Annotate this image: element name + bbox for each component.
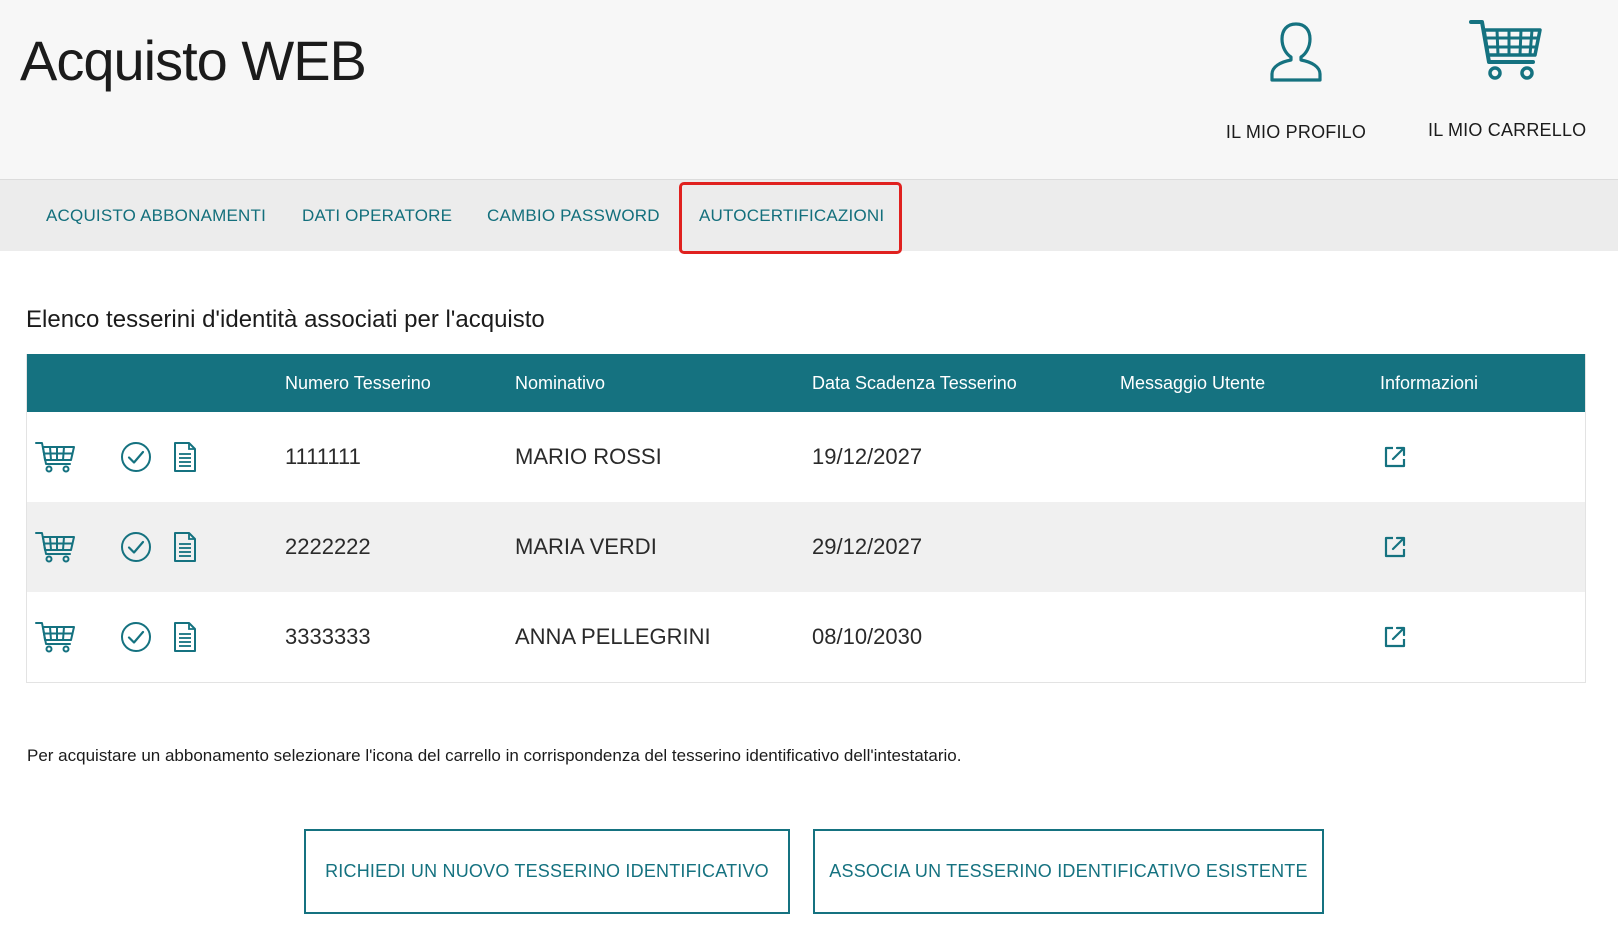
user-icon [1270,22,1322,82]
my-cart-label: IL MIO CARRELLO [1428,120,1587,140]
table-row: 2222222 MARIA VERDI 29/12/2027 [27,502,1585,592]
app-title: Acquisto WEB [20,29,367,92]
cell-scadenza: 29/12/2027 [812,534,923,559]
column-header-messaggio: Messaggio Utente [1120,373,1266,393]
column-header-scadenza: Data Scadenza Tesserino [812,373,1017,393]
table-row: 1111111 MARIO ROSSI 19/12/2027 [27,412,1585,502]
cell-numero: 2222222 [285,534,371,559]
request-new-card-button[interactable]: RICHIEDI UN NUOVO TESSERINO IDENTIFICATI… [304,829,790,914]
table-row: 3333333 ANNA PELLEGRINI 08/10/2030 [27,592,1585,682]
column-header-numero: Numero Tesserino [285,373,431,393]
document-icon[interactable] [173,502,197,592]
cell-nominativo: MARIA VERDI [515,534,657,559]
cell-numero: 1111111 [285,444,361,469]
nav-item-dati-operatore[interactable]: DATI OPERATORE [302,180,452,252]
associate-existing-card-button[interactable]: ASSOCIA UN TESSERINO IDENTIFICATIVO ESIS… [813,829,1324,914]
buy-cart-icon[interactable] [35,412,75,502]
document-icon[interactable] [173,412,197,502]
cell-nominativo: ANNA PELLEGRINI [515,624,711,649]
buy-cart-icon[interactable] [35,502,75,592]
shopping-cart-icon [1469,20,1542,80]
header: Acquisto WEB IL MIO PROFILO IL MIO CARRE… [0,0,1618,179]
cell-scadenza: 08/10/2030 [812,624,923,649]
buy-cart-icon[interactable] [35,592,75,682]
cell-numero: 3333333 [285,624,371,649]
my-cart-button[interactable]: IL MIO CARRELLO [1428,18,1587,141]
external-link-icon[interactable] [1383,592,1407,682]
page: Acquisto WEB IL MIO PROFILO IL MIO CARRE… [0,0,1618,938]
help-text: Per acquistare un abbonamento selezionar… [27,746,962,765]
table-header: Numero Tesserino Nominativo Data Scadenz… [27,354,1585,412]
section-title: Elenco tesserini d'identità associati pe… [26,306,545,333]
nav-item-acquisto-abbonamenti[interactable]: ACQUISTO ABBONAMENTI [46,180,266,252]
my-profile-button[interactable]: IL MIO PROFILO [1225,18,1367,143]
nav-item-autocertificazioni[interactable]: AUTOCERTIFICAZIONI [678,180,903,254]
main-nav: ACQUISTO ABBONAMENTI DATI OPERATORE CAMB… [0,179,1618,254]
check-circle-icon[interactable] [120,502,152,592]
column-header-nominativo: Nominativo [515,373,606,393]
my-profile-label: IL MIO PROFILO [1225,122,1367,142]
cell-nominativo: MARIO ROSSI [515,444,662,469]
check-circle-icon[interactable] [120,412,152,502]
column-header-informazioni: Informazioni [1380,373,1479,393]
check-circle-icon[interactable] [120,592,152,682]
external-link-icon[interactable] [1383,502,1407,592]
external-link-icon[interactable] [1383,412,1407,502]
document-icon[interactable] [173,592,197,682]
cards-table: Numero Tesserino Nominativo Data Scadenz… [26,354,1586,683]
nav-item-cambio-password[interactable]: CAMBIO PASSWORD [487,180,660,252]
cell-scadenza: 19/12/2027 [812,444,923,469]
